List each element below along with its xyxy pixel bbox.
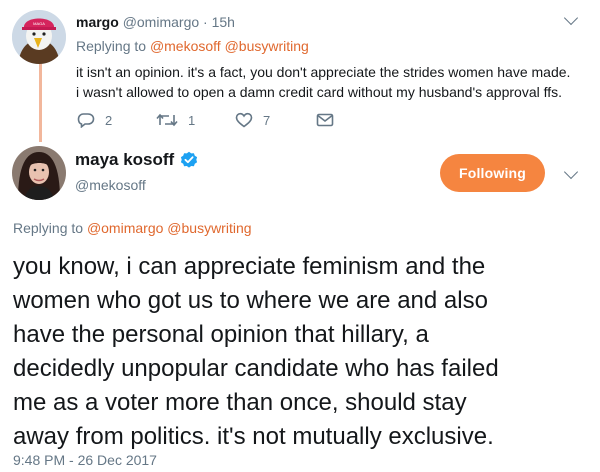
avatar-margo[interactable]: MAGA (12, 10, 66, 64)
retweet-count: 1 (188, 112, 196, 128)
retweet-action[interactable]: 1 (156, 112, 195, 128)
reply-action[interactable]: 2 (77, 112, 112, 128)
tweet-text: you know, i can appreciate feminism and … (13, 250, 499, 454)
replying-to: Replying to @mekosoff @busywriting (76, 38, 309, 54)
replying-label: Replying to (13, 220, 84, 236)
verified-badge-icon (181, 151, 198, 168)
separator: · (203, 14, 208, 30)
like-action[interactable]: 7 (235, 112, 270, 128)
text-line: decidedly unpopular candidate who has fa… (13, 355, 499, 382)
author-name-row[interactable]: maya kosoff (75, 150, 198, 170)
mention-link[interactable]: @mekosoff (150, 38, 221, 54)
thread-line (39, 64, 42, 142)
text-line: i wasn't allowed to open a damn credit c… (76, 84, 563, 100)
reply-header: margo @omimargo · 15h (76, 14, 235, 30)
envelope-icon (316, 113, 334, 127)
like-count: 7 (263, 112, 271, 128)
timestamp[interactable]: 15h (212, 14, 235, 30)
text-line: you know, i can appreciate feminism and … (13, 253, 486, 280)
tweet-timestamp[interactable]: 9:48 PM - 26 Dec 2017 (13, 452, 157, 468)
display-name[interactable]: margo (76, 14, 119, 30)
text-line: have the personal opinion that hillary, … (13, 321, 429, 348)
text-line: it isn't an opinion. it's a fact, you do… (76, 64, 571, 80)
text-line: women who got us to where we are and als… (13, 287, 488, 314)
replying-label: Replying to (76, 38, 147, 54)
avatar-maya[interactable] (12, 146, 66, 200)
following-button[interactable]: Following (440, 154, 545, 192)
mention-link[interactable]: @omimargo (87, 220, 163, 236)
dm-action[interactable] (316, 112, 334, 128)
replying-to: Replying to @omimargo @busywriting (13, 220, 252, 236)
eagle-avatar-image: MAGA (12, 10, 66, 64)
mention-link[interactable]: @busywriting (167, 220, 251, 236)
reply-icon (77, 113, 95, 128)
text-line: me as a voter more than once, should sta… (13, 389, 467, 416)
tweet-text: it isn't an opinion. it's a fact, you do… (76, 62, 570, 102)
handle[interactable]: @omimargo (123, 14, 199, 30)
chevron-down-icon[interactable] (563, 164, 579, 180)
avatar-image (12, 146, 66, 200)
svg-text:MAGA: MAGA (33, 21, 45, 26)
retweet-icon (156, 113, 178, 127)
text-line: away from politics. it's not mutually ex… (13, 423, 494, 450)
mention-link[interactable]: @busywriting (225, 38, 309, 54)
display-name[interactable]: maya kosoff (75, 150, 174, 170)
reply-count: 2 (105, 112, 113, 128)
heart-icon (235, 112, 253, 128)
handle[interactable]: @mekosoff (75, 177, 146, 193)
chevron-down-icon[interactable] (563, 10, 579, 26)
